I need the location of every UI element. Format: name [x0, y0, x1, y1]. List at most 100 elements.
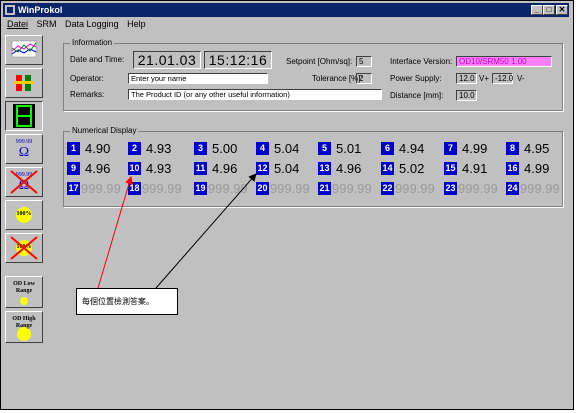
position-badge: 23: [444, 182, 457, 195]
power-plus-unit: V+: [479, 74, 490, 83]
position-value: 4.95: [524, 141, 550, 156]
position-value: 999.99: [332, 181, 372, 196]
od-low-range-button[interactable]: OD Low Range: [5, 276, 43, 308]
minimize-button[interactable]: _: [531, 5, 543, 15]
information-group: Information Date and Time: 21.01.03 15:1…: [63, 38, 563, 111]
position-badge: 20: [256, 182, 269, 195]
numerical-cell: 3 5.00: [194, 140, 262, 158]
annotation-note: 每個位置檢測答案。: [76, 288, 178, 315]
position-value: 4.96: [336, 161, 362, 176]
digit-eight-icon: [13, 104, 35, 128]
position-value: 4.93: [146, 141, 172, 156]
window-title: WinProkol: [18, 5, 63, 15]
setpoint-label: Setpoint [Ohm/sq]:: [286, 57, 353, 66]
position-value: 5.00: [212, 141, 238, 156]
numerical-cell: 17 999.99: [67, 180, 135, 198]
operator-input[interactable]: Enter your name: [128, 73, 268, 84]
position-badge: 15: [444, 162, 457, 175]
title-bar: WinProkol _ □ ✕: [3, 3, 569, 17]
position-value: 5.01: [336, 141, 362, 156]
numerical-cell: 16 4.99: [506, 160, 574, 178]
numerical-cell: 5 5.01: [318, 140, 386, 158]
numerical-cell: 22 999.99: [381, 180, 449, 198]
numerical-cell: 8 4.95: [506, 140, 574, 158]
position-value: 4.93: [146, 161, 172, 176]
position-value: 4.96: [212, 161, 238, 176]
numerical-cell: 7 4.99: [444, 140, 512, 158]
position-badge: 19: [194, 182, 207, 195]
numerical-cell: 14 5.02: [381, 160, 449, 178]
position-badge: 16: [506, 162, 519, 175]
numerical-display-group: Numerical Display 1 4.90 2 4.93 3 5.00 4 5.04 5 5…: [63, 126, 563, 207]
numerical-cell: 13 4.96: [318, 160, 386, 178]
position-value: 999.99: [520, 181, 560, 196]
interface-version-label: Interface Version:: [390, 57, 453, 66]
power-minus-unit: V-: [517, 74, 525, 83]
digit-display-tool-button[interactable]: [5, 101, 43, 131]
numerical-cell: 9 4.96: [67, 160, 135, 178]
information-caption: Information: [70, 38, 115, 48]
menu-data-logging[interactable]: Data Logging: [65, 19, 119, 29]
menu-srm[interactable]: SRM: [37, 19, 57, 29]
position-value: 4.99: [524, 161, 550, 176]
power-minus-field: -12.0: [492, 73, 513, 84]
position-badge: 14: [381, 162, 394, 175]
menu-bar: Datei SRM Data Logging Help: [3, 18, 569, 31]
position-badge: 1: [67, 142, 80, 155]
maximize-button[interactable]: □: [543, 5, 555, 15]
date-time-label: Date and Time:: [70, 55, 125, 64]
numerical-cell: 20 999.99: [256, 180, 324, 198]
position-badge: 3: [194, 142, 207, 155]
position-value: 5.04: [274, 161, 300, 176]
numerical-cell: 24 999.99: [506, 180, 574, 198]
percent-tool-button[interactable]: 100%: [5, 200, 43, 230]
ohm-off-tool-button[interactable]: 999.99 Ω: [5, 167, 43, 197]
position-badge: 9: [67, 162, 80, 175]
tolerance-field[interactable]: 2: [356, 73, 372, 84]
chart-icon: [11, 40, 37, 58]
numerical-display-caption: Numerical Display: [70, 126, 139, 136]
position-value: 999.99: [208, 181, 248, 196]
position-value: 999.99: [142, 181, 182, 196]
setpoint-field[interactable]: 5: [356, 56, 372, 67]
time-display: 15:12:16: [204, 51, 272, 69]
power-supply-label: Power Supply:: [390, 74, 442, 83]
chart-tool-button[interactable]: [5, 35, 43, 65]
multimeter-tool-button[interactable]: [5, 68, 43, 98]
date-display: 21.01.03: [133, 51, 201, 69]
position-value: 5.02: [399, 161, 425, 176]
numerical-cell: 2 4.93: [128, 140, 196, 158]
numerical-cell: 12 5.04: [256, 160, 324, 178]
od-high-range-button[interactable]: OD High Range: [5, 311, 43, 343]
ohm-tool-button[interactable]: 999.99 Ω: [5, 134, 43, 164]
position-badge: 13: [318, 162, 331, 175]
position-value: 4.90: [85, 141, 111, 156]
position-badge: 24: [506, 182, 519, 195]
percent-tool-label: 100%: [16, 211, 32, 217]
position-badge: 10: [128, 162, 141, 175]
distance-field: 10.0: [456, 90, 477, 101]
numerical-cell: 6 4.94: [381, 140, 449, 158]
position-badge: 2: [128, 142, 141, 155]
numerical-cell: 15 4.91: [444, 160, 512, 178]
percent-off-tool-button[interactable]: 100%: [5, 233, 43, 263]
numerical-cell: 21 999.99: [318, 180, 386, 198]
numerical-cell: 19 999.99: [194, 180, 262, 198]
position-badge: 8: [506, 142, 519, 155]
position-badge: 6: [381, 142, 394, 155]
menu-datei[interactable]: Datei: [7, 19, 28, 29]
od-high-label: OD High Range: [12, 316, 36, 329]
position-value: 999.99: [81, 181, 121, 196]
position-badge: 5: [318, 142, 331, 155]
remarks-input[interactable]: The Product ID (or any other useful info…: [128, 89, 382, 100]
distance-label: Distance [mm]:: [390, 91, 444, 100]
position-badge: 17: [67, 182, 80, 195]
operator-label: Operator:: [70, 74, 104, 83]
close-button[interactable]: ✕: [556, 5, 568, 15]
position-value: 4.91: [462, 161, 488, 176]
position-badge: 22: [381, 182, 394, 195]
menu-help[interactable]: Help: [127, 19, 146, 29]
position-badge: 4: [256, 142, 269, 155]
numerical-cell: 23 999.99: [444, 180, 512, 198]
app-window: WinProkol _ □ ✕ Datei SRM Data Logging H…: [0, 0, 574, 410]
